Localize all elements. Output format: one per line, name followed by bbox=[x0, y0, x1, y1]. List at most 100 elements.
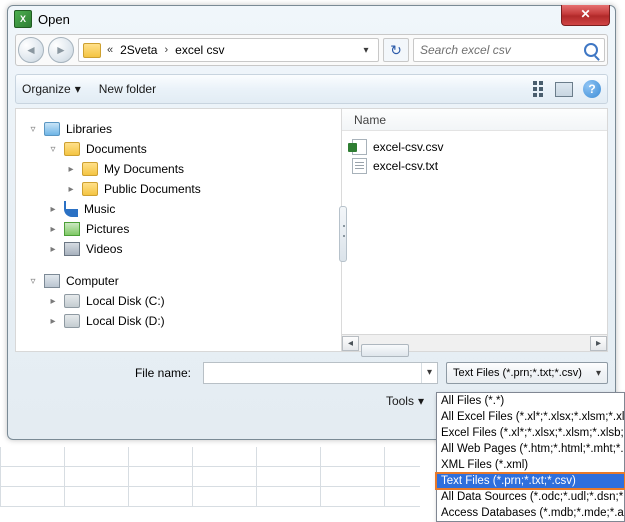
filter-option[interactable]: All Excel Files (*.xl*;*.xlsx;*.xlsm;*.x… bbox=[437, 409, 624, 425]
close-icon: ✕ bbox=[580, 7, 590, 21]
filter-option[interactable]: All Web Pages (*.htm;*.html;*.mht;*.mh bbox=[437, 441, 624, 457]
expander-icon[interactable]: ▸ bbox=[48, 204, 58, 215]
filename-input[interactable]: ▾ bbox=[203, 362, 438, 384]
tree-label: Computer bbox=[66, 274, 119, 288]
expander-icon[interactable]: ▿ bbox=[28, 124, 38, 135]
scroll-left-button[interactable]: ◂ bbox=[342, 336, 359, 351]
new-folder-button[interactable]: New folder bbox=[99, 82, 156, 96]
search-placeholder: Search excel csv bbox=[420, 43, 511, 57]
tree-label: Libraries bbox=[66, 122, 112, 136]
file-type-dropdown[interactable]: All Files (*.*)All Excel Files (*.xl*;*.… bbox=[436, 392, 625, 522]
music-icon bbox=[64, 201, 78, 217]
file-name: excel-csv.txt bbox=[373, 159, 438, 173]
chevron-down-icon: ▾ bbox=[596, 368, 601, 379]
tree-item-my-documents[interactable]: ▸ My Documents bbox=[28, 159, 337, 179]
filter-option[interactable]: XML Files (*.xml) bbox=[437, 457, 624, 473]
preview-pane-button[interactable] bbox=[555, 82, 573, 97]
expander-icon[interactable]: ▸ bbox=[48, 224, 58, 235]
tree-item-videos[interactable]: ▸ Videos bbox=[28, 239, 337, 259]
close-button[interactable]: ✕ bbox=[561, 5, 610, 26]
expander-icon[interactable]: ▸ bbox=[66, 184, 76, 195]
tree-item-music[interactable]: ▸ Music bbox=[28, 199, 337, 219]
breadcrumb-dropdown[interactable]: ▾ bbox=[358, 45, 374, 56]
help-button[interactable]: ? bbox=[583, 80, 601, 98]
list-item[interactable]: excel-csv.csv bbox=[352, 137, 597, 156]
file-browser-body: ▿ Libraries ▿ Documents ▸ My Documents ▸… bbox=[15, 108, 608, 352]
expander-icon[interactable]: ▿ bbox=[28, 276, 38, 287]
spacer bbox=[28, 259, 337, 271]
search-input[interactable]: Search excel csv bbox=[413, 38, 605, 62]
scroll-right-button[interactable]: ▸ bbox=[590, 336, 607, 351]
breadcrumb-prefix: « bbox=[105, 44, 115, 56]
folder-icon bbox=[64, 142, 80, 156]
folder-icon bbox=[82, 162, 98, 176]
tree-item-disk-d[interactable]: ▸ Local Disk (D:) bbox=[28, 311, 337, 331]
chevron-right-icon: › bbox=[162, 44, 170, 56]
tree-label: Local Disk (D:) bbox=[86, 314, 165, 328]
excel-file-icon bbox=[352, 139, 367, 155]
refresh-button[interactable]: ↻ bbox=[383, 38, 409, 62]
refresh-icon: ↻ bbox=[390, 42, 402, 59]
expander-icon[interactable]: ▿ bbox=[48, 144, 58, 155]
filter-option[interactable]: Access Databases (*.mdb;*.mde;*.accdb bbox=[437, 505, 624, 521]
tree-label: Pictures bbox=[86, 222, 129, 236]
file-list-pane: Name excel-csv.csv excel-csv.txt ◂ ▸ bbox=[342, 109, 607, 351]
tree-label: Music bbox=[84, 202, 115, 216]
organize-label: Organize bbox=[22, 82, 71, 96]
column-label: Name bbox=[354, 113, 386, 127]
pictures-icon bbox=[64, 222, 80, 236]
disk-icon bbox=[64, 294, 80, 308]
libraries-icon bbox=[44, 122, 60, 136]
file-list: excel-csv.csv excel-csv.txt bbox=[342, 131, 607, 181]
navigation-bar: ◄ ► « 2Sveta › excel csv ▾ ↻ Search exce… bbox=[15, 34, 608, 66]
tools-menu[interactable]: Tools ▾ bbox=[386, 394, 424, 408]
filter-option[interactable]: Excel Files (*.xl*;*.xlsx;*.xlsm;*.xlsb;… bbox=[437, 425, 624, 441]
back-button[interactable]: ◄ bbox=[18, 37, 44, 63]
tree-item-documents[interactable]: ▿ Documents bbox=[28, 139, 337, 159]
help-icon: ? bbox=[588, 82, 595, 96]
scrollbar-thumb[interactable] bbox=[361, 344, 409, 357]
open-dialog: X Open ✕ ◄ ► « 2Sveta › excel csv ▾ ↻ Se… bbox=[7, 5, 616, 440]
expander-icon[interactable]: ▸ bbox=[48, 244, 58, 255]
breadcrumb[interactable]: « 2Sveta › excel csv ▾ bbox=[78, 38, 379, 62]
folder-icon bbox=[82, 182, 98, 196]
tree-item-disk-c[interactable]: ▸ Local Disk (C:) bbox=[28, 291, 337, 311]
arrow-right-icon: ► bbox=[55, 43, 67, 57]
tree-item-public-documents[interactable]: ▸ Public Documents bbox=[28, 179, 337, 199]
file-name: excel-csv.csv bbox=[373, 140, 443, 154]
list-item[interactable]: excel-csv.txt bbox=[352, 156, 597, 175]
tree-item-computer[interactable]: ▿ Computer bbox=[28, 271, 337, 291]
titlebar: X Open ✕ bbox=[8, 6, 615, 34]
breadcrumb-item[interactable]: excel csv bbox=[172, 43, 227, 57]
new-folder-label: New folder bbox=[99, 82, 156, 96]
tree-item-pictures[interactable]: ▸ Pictures bbox=[28, 219, 337, 239]
tree-label: Documents bbox=[86, 142, 147, 156]
command-bar: Organize ▾ New folder ? bbox=[15, 74, 608, 104]
column-header-name[interactable]: Name bbox=[342, 109, 607, 131]
navigation-tree: ▿ Libraries ▿ Documents ▸ My Documents ▸… bbox=[16, 109, 342, 351]
spreadsheet-background bbox=[0, 447, 420, 507]
filter-option[interactable]: All Data Sources (*.odc;*.udl;*.dsn;*.md… bbox=[437, 489, 624, 505]
organize-menu[interactable]: Organize ▾ bbox=[22, 82, 81, 96]
file-type-filter[interactable]: Text Files (*.prn;*.txt;*.csv) ▾ bbox=[446, 362, 608, 384]
tree-label: Local Disk (C:) bbox=[86, 294, 165, 308]
chevron-down-icon: ▾ bbox=[418, 394, 424, 408]
view-options-button[interactable] bbox=[533, 81, 545, 97]
breadcrumb-item[interactable]: 2Sveta bbox=[117, 43, 160, 57]
horizontal-scrollbar[interactable]: ◂ ▸ bbox=[342, 334, 607, 351]
disk-icon bbox=[64, 314, 80, 328]
expander-icon[interactable]: ▸ bbox=[48, 296, 58, 307]
expander-icon[interactable]: ▸ bbox=[66, 164, 76, 175]
chevron-down-icon[interactable]: ▾ bbox=[421, 363, 437, 383]
tools-label: Tools bbox=[386, 394, 414, 408]
filter-option[interactable]: Text Files (*.prn;*.txt;*.csv) bbox=[437, 473, 624, 489]
forward-button[interactable]: ► bbox=[48, 37, 74, 63]
chevron-down-icon: ▾ bbox=[75, 82, 81, 96]
videos-icon bbox=[64, 242, 80, 256]
tree-label: My Documents bbox=[104, 162, 184, 176]
excel-icon: X bbox=[14, 10, 32, 28]
tree-item-libraries[interactable]: ▿ Libraries bbox=[28, 119, 337, 139]
folder-icon bbox=[83, 43, 101, 58]
expander-icon[interactable]: ▸ bbox=[48, 316, 58, 327]
filter-option[interactable]: All Files (*.*) bbox=[437, 393, 624, 409]
